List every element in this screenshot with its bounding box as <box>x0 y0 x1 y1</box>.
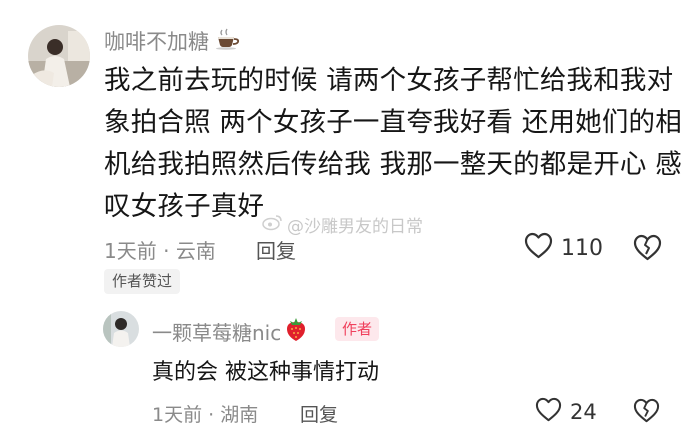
heart-icon <box>524 232 553 265</box>
reply-meta: 1天前 · 湖南 <box>152 400 258 427</box>
reply-location: 湖南 <box>220 404 259 426</box>
comment-meta: 1天前 · 云南 <box>104 235 216 264</box>
comment-username[interactable]: 咖啡不加糖 <box>104 26 241 56</box>
meta-separator: · <box>163 239 170 263</box>
like-count: 24 <box>570 400 597 424</box>
like-count: 110 <box>561 236 603 261</box>
comment-location: 云南 <box>175 239 216 263</box>
username-text: 一颗草莓糖nic <box>152 321 282 345</box>
coffee-cup-icon <box>215 28 241 55</box>
dislike-button[interactable] <box>633 234 662 265</box>
reply-dislike-button[interactable] <box>633 398 660 427</box>
reply-username[interactable]: 一颗草莓糖nic <box>152 316 308 347</box>
comment-time: 1天前 <box>104 239 157 263</box>
reply-reply-button[interactable]: 回复 <box>300 400 338 427</box>
reply-like-button[interactable]: 24 <box>535 397 597 427</box>
author-badge: 作者 <box>335 317 380 341</box>
comment-text-line: 机给我拍照然后传给我 我那一整天的都是开心 感 <box>104 149 682 180</box>
avatar[interactable] <box>28 25 90 87</box>
watermark-text: @沙雕男友的日常 <box>287 217 423 237</box>
strawberry-icon <box>284 316 308 347</box>
reply-button[interactable]: 回复 <box>256 235 296 264</box>
like-button[interactable]: 110 <box>524 232 603 265</box>
weibo-logo-icon <box>262 213 284 236</box>
broken-heart-icon <box>633 234 662 265</box>
watermark: @沙雕男友的日常 <box>262 212 423 237</box>
username-text: 咖啡不加糖 <box>104 30 209 54</box>
meta-separator: · <box>208 404 215 426</box>
reply-avatar[interactable] <box>103 311 139 347</box>
comment-text-line: 象拍合照 两个女孩子一直夸我好看 还用她们的相 <box>104 107 682 138</box>
comment-text-line: 我之前去玩的时候 请两个女孩子帮忙给我和我对 <box>104 65 674 96</box>
reply-text: 真的会 被这种事情打动 <box>152 360 379 385</box>
comment-text-line: 叹女孩子真好 <box>104 191 265 222</box>
broken-heart-icon <box>633 398 660 427</box>
author-liked-badge: 作者赞过 <box>104 269 181 294</box>
heart-icon <box>535 397 562 427</box>
reply-time: 1天前 <box>152 404 203 426</box>
